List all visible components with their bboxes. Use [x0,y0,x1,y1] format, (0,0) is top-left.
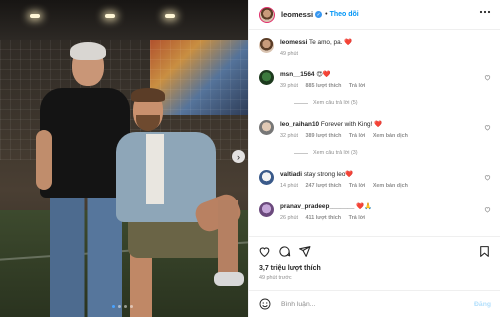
post-button[interactable]: Đăng [474,301,491,308]
carousel-dot [130,305,133,308]
caption-time[interactable]: 49 phút [280,51,298,57]
carousel-dot [112,305,115,308]
comment-likes[interactable]: 247 lượt thích [306,183,342,189]
replies-line [294,102,308,104]
follow-button[interactable]: Theo dõi [330,11,359,18]
comment-input[interactable] [281,300,474,308]
verified-badge-icon: ✓ [315,11,323,18]
likes-count[interactable]: 3,7 triệu lượt thích [259,265,321,272]
person-1-legs [50,192,122,317]
photo-lamp [105,14,115,18]
comment-text-line: leo_raihan10 Forever with King! ❤️ [280,121,382,129]
reply-button[interactable]: Trả lời [349,215,365,221]
post-time[interactable]: 49 phút trước [259,275,292,281]
person-1-hair [70,42,106,60]
comment-text-line: msn__1564 😍❤️ [280,71,331,79]
heart-icon[interactable] [484,124,491,131]
comment-time[interactable]: 39 phút [280,83,298,89]
comment-meta: 14 phút 247 lượt thích Trả lời Xem bản d… [280,183,414,189]
carousel-next-icon[interactable]: › [232,150,245,163]
reply-button[interactable]: Trả lời [349,133,365,139]
comment-meta: 32 phút 389 lượt thích Trả lời Xem bản d… [280,133,414,139]
view-replies-button[interactable]: Xem câu trả lời (5) [294,100,358,106]
post-modal: › leomessi ✓ • Theo dõi leomessi Te amo,… [0,0,500,317]
comment-likes[interactable]: 411 lượt thích [306,215,342,221]
photo-lamp [30,14,40,18]
heart-icon[interactable] [484,74,491,81]
heart-icon[interactable] [484,206,491,213]
caption-text-line: leomessi Te amo, pa. ❤️ [280,39,352,47]
header-separator: • [325,11,328,18]
comment-text-line: pranav_pradeep_______ ❤️🙏 [280,203,372,211]
photo-lamp [165,14,175,18]
replies-line [294,152,308,154]
person-1-arm [36,130,52,190]
comment-icon[interactable] [278,245,291,258]
avatar[interactable] [259,120,274,135]
reply-button[interactable]: Trả lời [349,83,365,89]
comment-text-line: valtiadi stay strong leo❤️ [280,171,353,179]
comment-text: stay strong leo❤️ [303,171,354,178]
carousel-dots [112,305,133,308]
comment-username[interactable]: pranav_pradeep_______ [280,203,354,210]
person-2-shoe [214,272,244,286]
emoji-icon[interactable] [259,298,271,310]
share-icon[interactable] [298,245,311,258]
person-2-shirt [146,134,164,204]
view-replies-button[interactable]: Xem câu trả lời (3) [294,150,358,156]
caption-text: Te amo, pa. ❤️ [309,39,353,46]
reply-button[interactable]: Trả lời [349,183,365,189]
comment-text: ❤️🙏 [356,203,372,210]
person-2-shin [218,200,238,275]
avatar[interactable] [259,170,274,185]
avatar[interactable] [259,6,275,23]
comment-meta: 26 phút 411 lượt thích Trả lời [280,215,371,221]
post-side-panel: leomessi ✓ • Theo dõi leomessi Te amo, p… [248,0,500,317]
comment-text: Forever with King! ❤️ [320,121,383,128]
comment-meta: 39 phút 885 lượt thích Trả lời [280,83,371,89]
post-photo[interactable]: › [0,0,248,317]
comment-time[interactable]: 32 phút [280,133,298,139]
person-2-leg [130,250,152,317]
save-icon[interactable] [478,245,491,258]
avatar[interactable] [259,70,274,85]
post-actions: 3,7 triệu lượt thích 49 phút trước [249,236,500,296]
caption-meta: 49 phút [280,51,304,57]
carousel-dot [124,305,127,308]
avatar[interactable] [259,38,274,53]
comment-username[interactable]: msn__1564 [280,71,314,78]
carousel-dot [118,305,121,308]
caption-username[interactable]: leomessi [280,39,307,46]
view-replies-label: Xem câu trả lời (5) [313,100,358,106]
like-icon[interactable] [258,245,271,258]
avatar[interactable] [259,202,274,217]
comment-composer: Đăng [249,290,500,317]
heart-icon[interactable] [484,174,491,181]
comment-likes[interactable]: 389 lượt thích [306,133,342,139]
header-username[interactable]: leomessi [281,10,313,19]
view-replies-label: Xem câu trả lời (3) [313,150,358,156]
more-icon[interactable] [479,10,491,14]
comment-likes[interactable]: 885 lượt thích [306,83,342,89]
translate-button[interactable]: Xem bản dịch [373,183,408,189]
comment-text: 😍❤️ [316,71,331,78]
person-2-hair [131,88,165,102]
comment-username[interactable]: leo_raihan10 [280,121,319,128]
translate-button[interactable]: Xem bản dịch [373,133,408,139]
photo-ceiling [0,0,248,40]
comment-time[interactable]: 26 phút [280,215,298,221]
post-header: leomessi ✓ • Theo dõi [249,0,500,30]
comment-username[interactable]: valtiadi [280,171,302,178]
comment-time[interactable]: 14 phút [280,183,298,189]
